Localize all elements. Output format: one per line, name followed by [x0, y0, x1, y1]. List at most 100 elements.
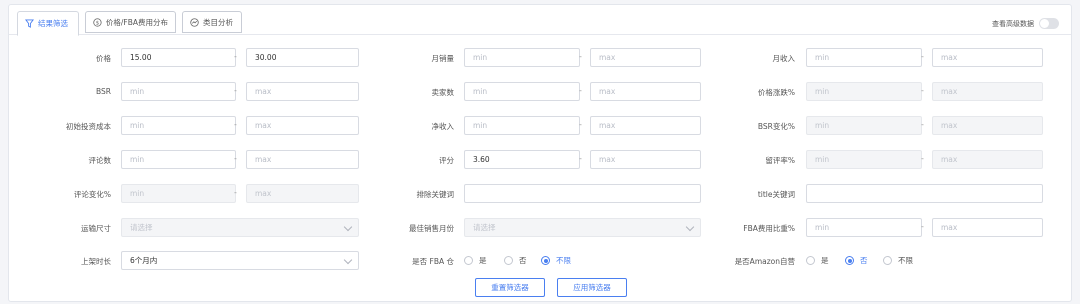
- range-dash: -: [579, 52, 582, 61]
- radio-circle: [464, 256, 473, 265]
- monthly-sales-max-input[interactable]: max: [590, 48, 701, 67]
- price-change-min-input: min: [806, 82, 922, 101]
- range-dash: -: [234, 86, 237, 95]
- range-dash: -: [921, 52, 924, 61]
- price-change-max-input: max: [932, 82, 1043, 101]
- dollar-icon: $: [93, 17, 102, 27]
- sellers-max-input[interactable]: max: [590, 82, 701, 101]
- listing-age-select[interactable]: 6个月内: [121, 251, 359, 270]
- bsr-change-label: BSR变化%: [757, 122, 795, 131]
- fba-fee-ratio-max-input[interactable]: max: [932, 218, 1043, 237]
- reviews-label: 评论数: [88, 156, 112, 165]
- sellers-label: 卖家数: [431, 88, 455, 97]
- reviews-max-input[interactable]: max: [246, 150, 359, 169]
- bsr-change-min-input: min: [806, 116, 922, 135]
- option-label: 否: [519, 256, 527, 265]
- rating-max-input[interactable]: max: [590, 150, 701, 169]
- best-month-label: 最佳销售月份: [409, 224, 454, 233]
- range-dash: -: [234, 188, 237, 197]
- tab-bar: 结果筛选 $ 价格/FBA费用分布 类目分析 查看高级数据: [9, 5, 1071, 36]
- toggle-switch[interactable]: [1039, 18, 1059, 29]
- initial-cost-max-input[interactable]: max: [246, 116, 359, 135]
- fba-fee-ratio-label: FBA费用比重%: [743, 224, 795, 233]
- option-label: 不限: [556, 256, 571, 265]
- shipping-size-label: 运输尺寸: [81, 224, 111, 233]
- range-dash: -: [579, 120, 582, 129]
- title-keyword-input[interactable]: [806, 184, 1043, 203]
- range-dash: -: [921, 154, 924, 163]
- range-dash: -: [234, 154, 237, 163]
- price-min-input[interactable]: 15.00: [121, 48, 236, 67]
- is-fba-option-no[interactable]: 否: [504, 255, 527, 266]
- range-dash: -: [579, 86, 582, 95]
- bsr-label: BSR: [96, 87, 111, 96]
- tab-label: 结果筛选: [38, 19, 68, 28]
- review-change-label: 评论变化%: [73, 190, 111, 199]
- reviews-min-input[interactable]: min: [121, 150, 236, 169]
- best-month-select: 请选择: [464, 218, 701, 237]
- range-dash: -: [234, 52, 237, 61]
- initial-cost-label: 初始投资成本: [66, 122, 111, 131]
- tab-price-fba[interactable]: $ 价格/FBA费用分布: [85, 11, 176, 33]
- fba-fee-ratio-min-input[interactable]: min: [806, 218, 922, 237]
- range-dash: -: [921, 86, 924, 95]
- monthly-revenue-label: 月收入: [772, 54, 796, 63]
- tab-result-filter[interactable]: 结果筛选: [17, 11, 79, 36]
- review-change-max-input: max: [246, 184, 359, 203]
- exclude-keyword-label: 排除关键词: [416, 190, 455, 199]
- filter-panel: 结果筛选 $ 价格/FBA费用分布 类目分析 查看高级数据 价格 15.00 -…: [8, 4, 1072, 302]
- option-label: 不限: [898, 256, 913, 265]
- trend-icon: [190, 17, 199, 27]
- shipping-size-select: 请选择: [121, 218, 359, 237]
- svg-text:$: $: [96, 20, 99, 26]
- monthly-sales-min-input[interactable]: min: [464, 48, 580, 67]
- apply-filter-button[interactable]: 应用筛选器: [557, 278, 627, 297]
- sellers-min-input[interactable]: min: [464, 82, 580, 101]
- negative-rate-max-input: max: [932, 150, 1043, 169]
- negative-rate-min-input: min: [806, 150, 922, 169]
- is-fba-option-any[interactable]: 不限: [541, 255, 571, 266]
- price-change-label: 价格涨跌%: [757, 88, 795, 97]
- initial-cost-min-input[interactable]: min: [121, 116, 236, 135]
- option-label: 是: [479, 256, 487, 265]
- reset-filter-button[interactable]: 重置筛选器: [475, 278, 545, 297]
- review-change-min-input: min: [121, 184, 236, 203]
- is-amazon-option-no[interactable]: 否: [845, 255, 868, 266]
- price-label: 价格: [96, 54, 111, 63]
- range-dash: -: [579, 154, 582, 163]
- is-fba-option-yes[interactable]: 是: [464, 255, 487, 266]
- is-amazon-option-any[interactable]: 不限: [883, 255, 913, 266]
- range-dash: -: [921, 222, 924, 231]
- net-income-max-input[interactable]: max: [590, 116, 701, 135]
- net-income-min-input[interactable]: min: [464, 116, 580, 135]
- radio-circle: [541, 256, 550, 265]
- advanced-data-label: 查看高级数据: [992, 19, 1034, 28]
- is-amazon-label: 是否Amazon自营: [734, 257, 795, 266]
- rating-min-input[interactable]: 3.60: [464, 150, 580, 169]
- monthly-revenue-min-input[interactable]: min: [806, 48, 922, 67]
- filter-icon: [25, 19, 34, 28]
- tab-category-analysis[interactable]: 类目分析: [182, 11, 242, 33]
- bsr-min-input[interactable]: min: [121, 82, 236, 101]
- option-label: 是: [821, 256, 829, 265]
- radio-circle: [883, 256, 892, 265]
- negative-rate-label: 留评率%: [765, 156, 795, 165]
- exclude-keyword-input[interactable]: [464, 184, 701, 203]
- bsr-change-max-input: max: [932, 116, 1043, 135]
- is-amazon-option-yes[interactable]: 是: [806, 255, 829, 266]
- listing-age-label: 上架时长: [81, 257, 111, 266]
- radio-circle: [845, 256, 854, 265]
- price-max-input[interactable]: 30.00: [246, 48, 359, 67]
- title-keyword-label: title关键词: [757, 190, 795, 199]
- bsr-max-input[interactable]: max: [246, 82, 359, 101]
- rating-label: 评分: [439, 156, 454, 165]
- tab-label: 类目分析: [203, 17, 233, 27]
- range-dash: -: [921, 120, 924, 129]
- net-income-label: 净收入: [431, 122, 455, 131]
- option-label: 否: [860, 256, 868, 265]
- advanced-data-toggle[interactable]: 查看高级数据: [992, 18, 1059, 29]
- tab-label: 价格/FBA费用分布: [105, 17, 168, 27]
- monthly-revenue-max-input[interactable]: max: [932, 48, 1043, 67]
- range-dash: -: [234, 120, 237, 129]
- is-fba-label: 是否 FBA 仓: [412, 257, 454, 266]
